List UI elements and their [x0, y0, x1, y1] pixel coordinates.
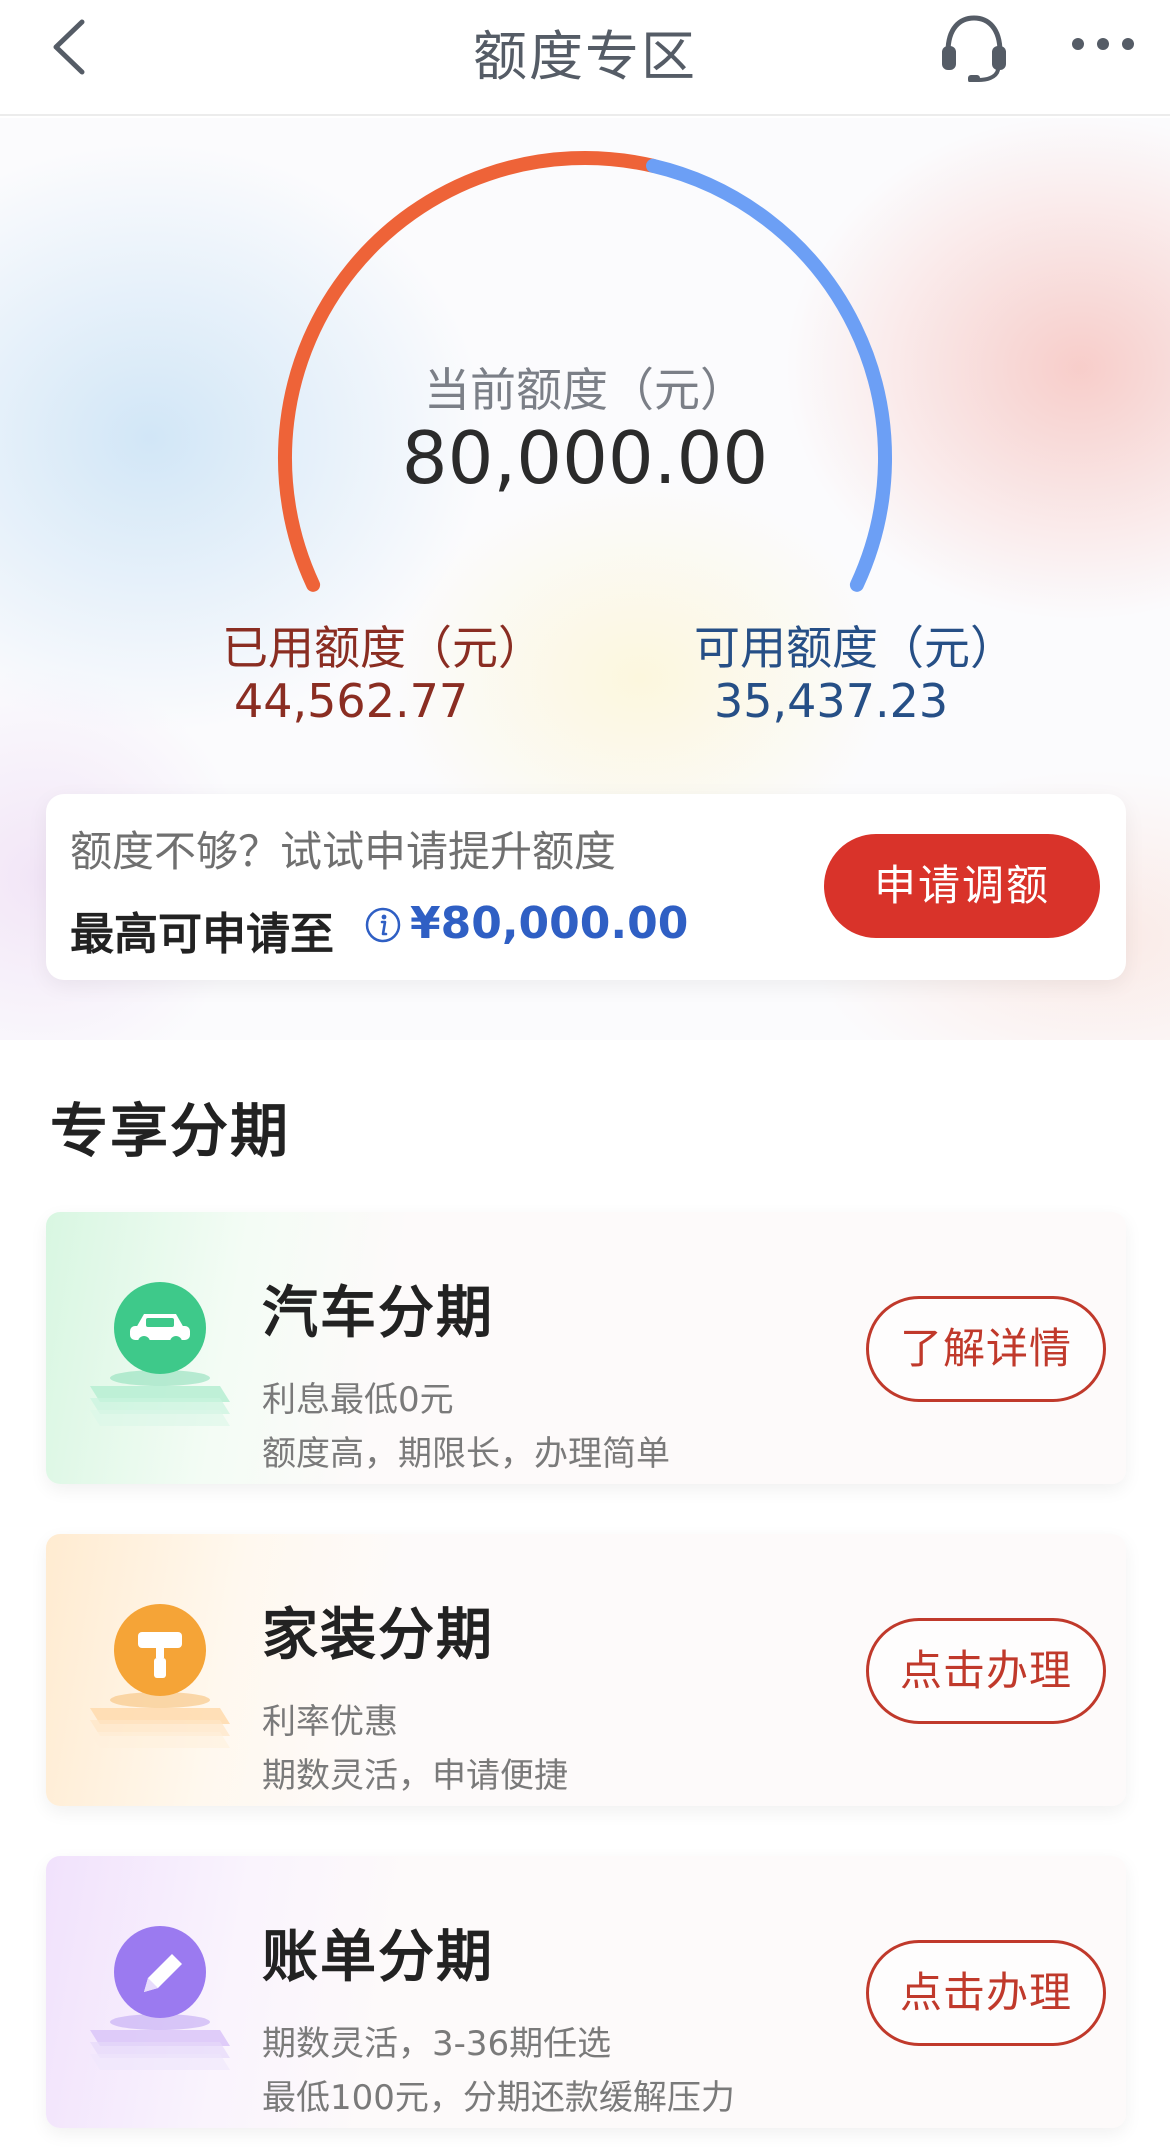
credit-overview: 当前额度（元） 80,000.00 已用额度（元） 44,562.77 可用额度…: [0, 118, 1170, 1040]
product-name: 账单分期: [262, 1925, 494, 1990]
paint-roller-icon: [90, 1604, 230, 1748]
credit-increase-card: 额度不够？试试申请提升额度 最高可申请至 ¥80,000.00 申请调额: [46, 794, 1126, 980]
product-card-home[interactable]: 家装分期 利率优惠 期数灵活，申请便捷 点击办理: [46, 1534, 1126, 1806]
nav-bar: 额度专区: [0, 0, 1170, 116]
car-icon: [90, 1282, 230, 1426]
current-credit-value: 80,000.00: [401, 416, 769, 500]
learn-more-button[interactable]: 了解详情: [866, 1296, 1106, 1402]
customer-service-button[interactable]: [934, 12, 1014, 83]
product-desc: 最低100元，分期还款缓解压力: [262, 2078, 735, 2118]
used-credit-value: 44,562.77: [234, 674, 469, 728]
available-credit-value: 35,437.23: [714, 674, 949, 728]
product-desc: 期数灵活，3-36期任选: [262, 2024, 612, 2064]
more-dots-icon: [1072, 38, 1134, 50]
product-desc: 期数灵活，申请便捷: [262, 1756, 568, 1796]
product-card-bill[interactable]: 账单分期 期数灵活，3-36期任选 最低100元，分期还款缓解压力 点击办理: [46, 1856, 1126, 2128]
apply-now-button[interactable]: 点击办理: [866, 1618, 1106, 1724]
info-icon[interactable]: [364, 906, 402, 944]
more-button[interactable]: [1068, 20, 1138, 70]
max-apply-label: 最高可申请至: [70, 909, 334, 960]
section-title: 专享分期: [50, 1097, 291, 1165]
max-apply-value: ¥80,000.00: [410, 898, 689, 949]
available-credit-label: 可用额度（元）: [694, 621, 1016, 675]
apply-adjust-button[interactable]: 申请调额: [824, 834, 1100, 938]
apply-now-button[interactable]: 点击办理: [866, 1940, 1106, 2046]
product-desc: 利息最低0元: [262, 1380, 454, 1420]
product-card-car[interactable]: 汽车分期 利息最低0元 额度高，期限长，办理简单 了解详情: [46, 1212, 1126, 1484]
current-credit-label: 当前额度（元）: [424, 363, 746, 417]
product-name: 汽车分期: [262, 1281, 494, 1346]
increase-prompt: 额度不够？试试申请提升额度: [70, 827, 617, 876]
headset-icon: [942, 15, 1006, 83]
pencil-icon: [90, 1926, 230, 2070]
used-credit-label: 已用额度（元）: [222, 621, 544, 675]
product-name: 家装分期: [262, 1603, 494, 1668]
product-desc: 额度高，期限长，办理简单: [262, 1434, 670, 1474]
product-desc: 利率优惠: [262, 1702, 398, 1742]
